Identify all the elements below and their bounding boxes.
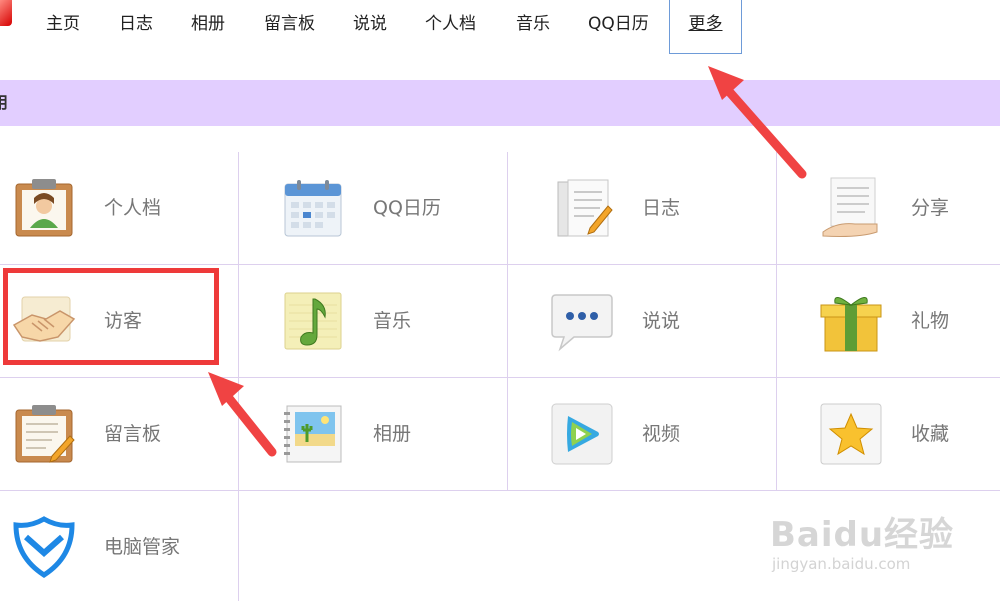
nav-home[interactable]: 主页 [46,0,80,48]
grid-divider [776,152,777,490]
top-navigation: 主页 日志 相册 留言板 说说 个人档 音乐 QQ日历 更多 [0,0,1000,56]
site-logo[interactable] [0,0,12,26]
app-label: 个人档 [104,197,162,219]
app-share[interactable]: 分享 [807,152,1000,265]
app-label: 相册 [373,423,412,445]
section-title: 用 [0,93,9,112]
speech-bubble-icon [550,289,614,353]
nav-journal[interactable]: 日志 [119,0,153,48]
app-shuoshuo[interactable]: 说说 [538,265,776,378]
app-music[interactable]: 音乐 [269,265,507,378]
app-favorites[interactable]: 收藏 [807,378,1000,491]
grid-divider [507,152,508,490]
qzone-app-page: 主页 日志 相册 留言板 说说 个人档 音乐 QQ日历 更多 用 个人档 QQ日… [0,0,1000,601]
app-label: QQ日历 [373,197,441,219]
app-visitors[interactable]: 访客 [0,265,238,378]
app-photo-album[interactable]: 相册 [269,378,507,491]
star-icon [819,402,883,466]
app-label: 日志 [642,197,681,219]
nav-music[interactable]: 音乐 [516,0,550,48]
app-grid: 个人档 QQ日历 日志 分享 访客 音乐 说说 礼物 留言板 相册 视频 收藏 … [0,152,1000,601]
share-icon [819,176,883,240]
gift-icon [819,289,883,353]
calendar-icon [281,176,345,240]
photo-album-icon [281,402,345,466]
app-label: 说说 [642,310,681,332]
app-label: 收藏 [911,423,950,445]
app-video[interactable]: 视频 [538,378,776,491]
app-profile[interactable]: 个人档 [0,152,238,265]
nav-shuoshuo[interactable]: 说说 [353,0,387,48]
video-play-icon [550,402,614,466]
nav-profile[interactable]: 个人档 [425,0,476,48]
app-journal[interactable]: 日志 [538,152,776,265]
app-label: 礼物 [911,310,950,332]
app-label: 电脑管家 [104,536,181,558]
section-header-bar: 用 [0,80,1000,126]
app-label: 视频 [642,423,681,445]
app-label: 音乐 [373,310,412,332]
app-label: 分享 [911,197,950,219]
app-message-board[interactable]: 留言板 [0,378,238,491]
shield-icon [12,515,76,579]
app-gift[interactable]: 礼物 [807,265,1000,378]
app-qq-calendar[interactable]: QQ日历 [269,152,507,265]
profile-clipboard-icon [12,176,76,240]
handshake-icon [12,289,76,353]
nav-album[interactable]: 相册 [191,0,225,48]
nav-more-label: 更多 [688,14,723,34]
app-label: 留言板 [104,423,162,445]
music-note-icon [281,289,345,353]
nav-more[interactable]: 更多 [669,0,742,54]
journal-icon [550,176,614,240]
nav-qq-calendar[interactable]: QQ日历 [588,0,649,48]
message-board-icon [12,402,76,466]
app-label: 访客 [104,310,143,332]
nav-message-board[interactable]: 留言板 [264,0,315,48]
app-pc-manager[interactable]: 电脑管家 [0,491,238,601]
